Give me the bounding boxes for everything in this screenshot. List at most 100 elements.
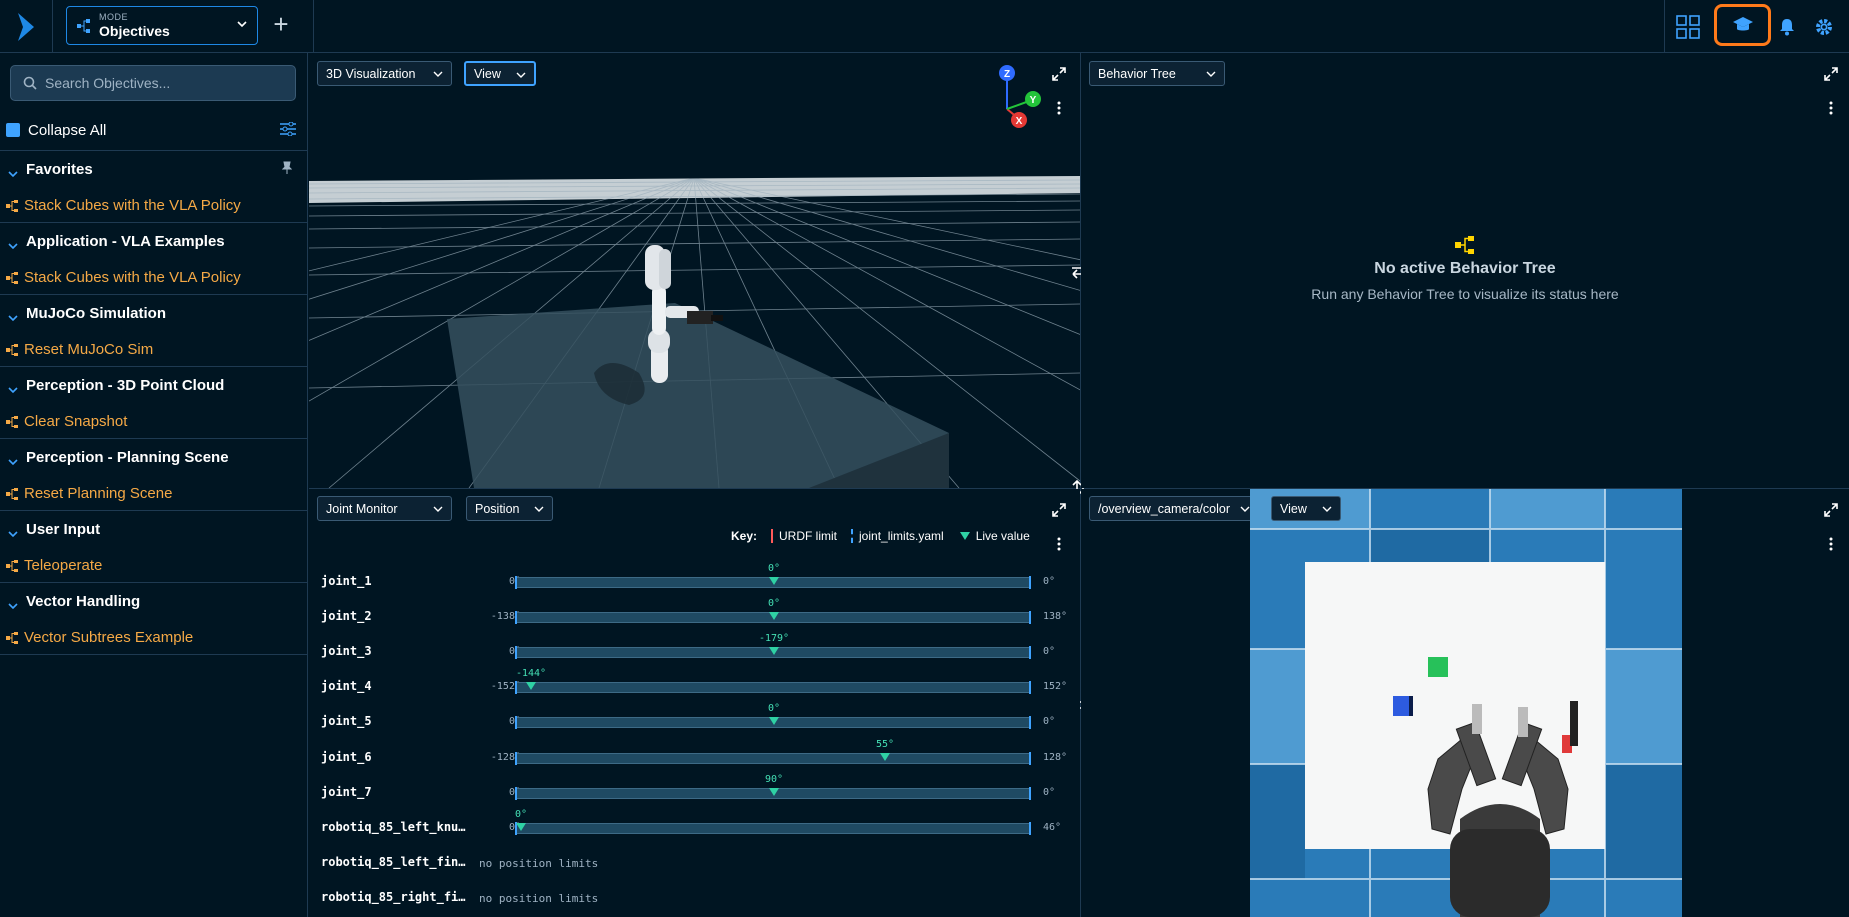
- urdf-limit-marker: [771, 529, 774, 543]
- objective-item[interactable]: Reset Planning Scene: [6, 485, 172, 502]
- chevron-down-icon: [1240, 506, 1250, 512]
- category-header[interactable]: Application - VLA Examples: [8, 233, 225, 250]
- camera-topic-selector[interactable]: /overview_camera/color: [1089, 496, 1259, 521]
- chevron-down-icon: [8, 525, 18, 537]
- live-value-marker: [769, 717, 779, 726]
- joint-range-bar: 90°: [515, 774, 1031, 800]
- divider: [1664, 0, 1665, 53]
- joint-name: joint_3: [321, 644, 372, 659]
- collapse-icon: [6, 123, 20, 137]
- live-value-marker: [769, 577, 779, 585]
- tree-icon: [6, 487, 18, 500]
- category-header[interactable]: User Input: [8, 521, 100, 538]
- objective-label: Reset Planning Scene: [24, 485, 173, 502]
- live-value-marker: [769, 647, 779, 656]
- chevron-down-icon: [8, 309, 18, 321]
- expand-icon[interactable]: [1824, 503, 1838, 517]
- joint-name: robotiq_85_left_fin…: [321, 854, 466, 869]
- chevron-down-icon: [8, 453, 18, 465]
- category-vector-handling: Vector Handling Vector Subtrees Example: [0, 582, 308, 655]
- 3d-scene[interactable]: [309, 53, 1080, 488]
- category-name: Application - VLA Examples: [26, 233, 225, 250]
- joint-row: joint_7 0° 90° 0°: [321, 774, 1066, 807]
- objective-item[interactable]: Stack Cubes with the VLA Policy: [6, 197, 241, 214]
- collapse-all-label: Collapse All: [28, 121, 107, 139]
- category-name: Perception - 3D Point Cloud: [26, 377, 225, 394]
- camera-view-selector[interactable]: View: [1271, 496, 1341, 521]
- position-selector[interactable]: Position: [466, 496, 553, 521]
- joint-range-bar: 55°: [515, 739, 1031, 765]
- joint-name: joint_1: [321, 574, 372, 588]
- collapse-all-button[interactable]: Collapse All: [6, 119, 296, 141]
- axes-gizmo[interactable]: Z X Y: [987, 63, 1047, 133]
- add-tab-button[interactable]: +: [268, 11, 294, 37]
- joint-current-value: -179°: [758, 633, 790, 645]
- kebab-menu-icon[interactable]: [1829, 101, 1833, 115]
- joint-min: 0°: [461, 576, 521, 587]
- category-header[interactable]: Perception - Planning Scene: [8, 449, 229, 466]
- layout-icon[interactable]: [1670, 0, 1706, 53]
- kebab-menu-icon[interactable]: [1057, 101, 1061, 115]
- joint-monitor-panel-selector[interactable]: Joint Monitor: [317, 496, 452, 521]
- joint-key-legend: Key: URDF limit joint_limits.yaml Live v…: [731, 529, 1030, 543]
- joint-range-bar: 0°: [515, 703, 1031, 730]
- mode-selector[interactable]: MODE Objectives: [66, 6, 258, 45]
- behavior-tree-panel-selector[interactable]: Behavior Tree: [1089, 61, 1225, 86]
- joint-range-bar: 0°: [515, 809, 1031, 835]
- search-input[interactable]: Search Objectives...: [10, 65, 296, 101]
- objective-item[interactable]: Reset MuJoCo Sim: [6, 341, 153, 358]
- joint-max: 0°: [1043, 786, 1056, 798]
- joint-current-value: 90°: [764, 773, 784, 785]
- search-placeholder: Search Objectives...: [45, 75, 171, 91]
- joint-row: robotiq_85_right_fi… no position limits: [321, 884, 1066, 912]
- joint-min: -152°: [490, 681, 521, 693]
- expand-icon[interactable]: [1052, 503, 1066, 517]
- joint-name: robotiq_85_right_fi…: [321, 889, 466, 904]
- objective-item[interactable]: Vector Subtrees Example: [6, 629, 193, 646]
- category-header[interactable]: MuJoCo Simulation: [8, 305, 166, 322]
- yaml-limit-marker: [851, 529, 854, 543]
- joint-max: 0°: [1043, 716, 1056, 728]
- pin-icon[interactable]: [282, 161, 292, 175]
- category-favorites: Favorites Stack Cubes with the VLA Polic…: [0, 150, 308, 222]
- objective-item[interactable]: Teleoperate: [6, 557, 102, 574]
- joint-name: joint_4: [321, 679, 372, 694]
- visualization-panel: 3D Visualization View Z X Y: [309, 53, 1080, 488]
- objective-label: Vector Subtrees Example: [24, 629, 194, 646]
- expand-icon[interactable]: [1052, 67, 1066, 81]
- y-axis-label: Y: [1030, 95, 1037, 106]
- visualization-panel-selector[interactable]: 3D Visualization: [317, 61, 452, 86]
- urdf-limit-label: URDF limit: [779, 529, 838, 543]
- kebab-menu-icon[interactable]: [1057, 537, 1061, 551]
- expand-icon[interactable]: [1824, 67, 1838, 81]
- joint-max: 0°: [1043, 646, 1056, 658]
- category-name: User Input: [26, 521, 101, 538]
- gear-icon[interactable]: [1810, 0, 1838, 53]
- objective-label: Clear Snapshot: [24, 413, 128, 430]
- category-name: Vector Handling: [26, 593, 141, 610]
- category-header[interactable]: Favorites: [8, 161, 93, 178]
- tree-icon: [6, 415, 18, 428]
- chevron-down-icon: [1206, 71, 1216, 77]
- joint-range-bar: -144°: [515, 668, 1031, 695]
- search-icon: [23, 76, 37, 90]
- objective-item[interactable]: Clear Snapshot: [6, 413, 127, 430]
- category-point-cloud: Perception - 3D Point Cloud Clear Snapsh…: [0, 366, 308, 438]
- behavior-tree-empty-state: No active Behavior Tree Run any Behavior…: [1081, 230, 1849, 302]
- tutorials-button[interactable]: [1714, 4, 1771, 46]
- objective-item[interactable]: Stack Cubes with the VLA Policy: [6, 269, 241, 286]
- joint-current-value: 0°: [514, 808, 528, 820]
- bell-icon[interactable]: [1774, 0, 1800, 53]
- mode-label: Position: [475, 501, 520, 516]
- joint-min: 0°: [461, 787, 521, 798]
- kebab-menu-icon[interactable]: [1829, 537, 1833, 551]
- tree-icon: [6, 343, 18, 356]
- view-selector[interactable]: View: [464, 61, 536, 86]
- chevron-down-icon: [433, 506, 443, 512]
- mode-value: Objectives: [99, 23, 170, 39]
- joint-current-value: 0°: [767, 563, 781, 574]
- category-header[interactable]: Perception - 3D Point Cloud: [8, 377, 224, 394]
- logo-icon[interactable]: [0, 0, 53, 53]
- category-header[interactable]: Vector Handling: [8, 593, 140, 610]
- filter-icon[interactable]: [280, 122, 296, 136]
